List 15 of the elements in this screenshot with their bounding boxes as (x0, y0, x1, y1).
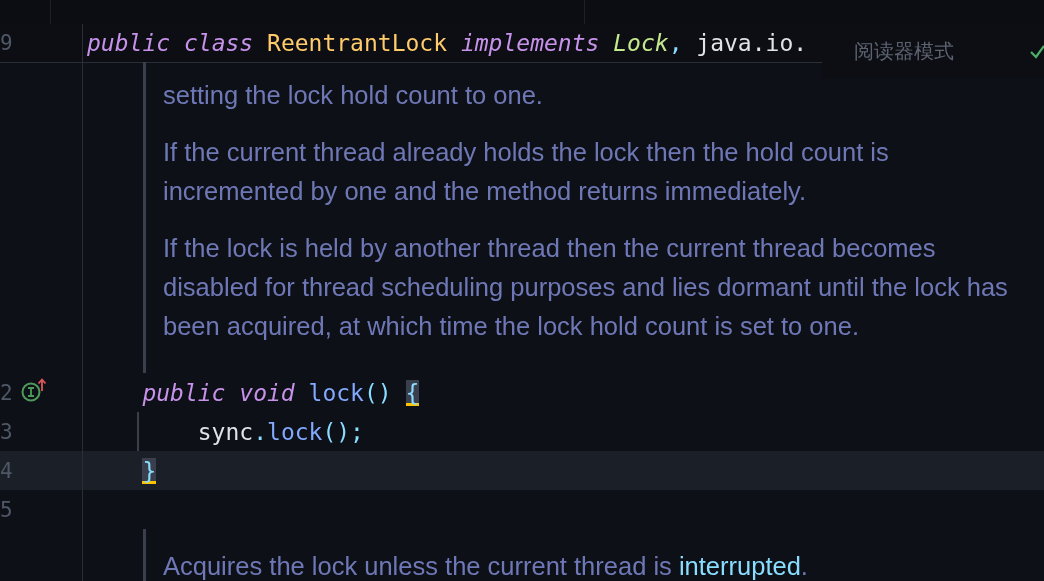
line-number: 2 (0, 380, 13, 405)
line-number: 9 (0, 30, 13, 55)
doc-paragraph: setting the lock hold count to one. (163, 80, 544, 111)
doc-link[interactable]: interrupted (678, 552, 801, 580)
line-number: 4 (0, 458, 13, 483)
implementation-marker-icon[interactable] (20, 377, 48, 403)
doc-paragraph: If the current thread already holds the lock then the hold count is incremented by one and the method returns immediately. (163, 137, 890, 207)
doc-paragraph: If the lock is held by another thread then the current thread becomes disabled for thread scheduling purposes and lies dormant until the lock has been acquired, at which time the lock hold count is set to one. (163, 233, 1009, 342)
check-icon[interactable] (1030, 43, 1044, 59)
code-line: public class ReentrantLock implements Lock, java.io. (86, 28, 808, 58)
line-number: 3 (0, 419, 13, 444)
line-number: 5 (0, 497, 13, 522)
doc-paragraph: Acquires the lock unless the current thread is interrupted. (163, 551, 809, 581)
code-line: sync.lock(); (83, 412, 364, 451)
code-line: public void lock() { (141, 378, 420, 408)
